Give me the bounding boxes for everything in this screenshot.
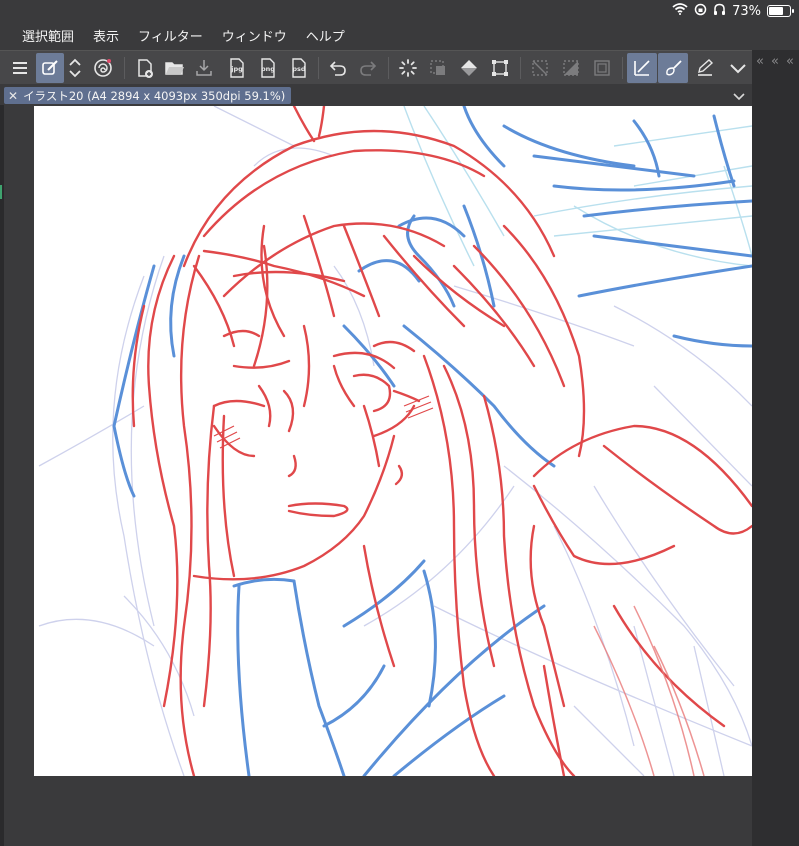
document-tab[interactable]: ✕ イラスト20 (A4 2894 x 4093px 350dpi 59.1%) bbox=[4, 87, 292, 104]
drawing-canvas[interactable] bbox=[34, 106, 752, 776]
wifi-icon bbox=[672, 3, 688, 19]
close-icon[interactable]: ✕ bbox=[8, 89, 18, 103]
document-tab-bar: ✕ イラスト20 (A4 2894 x 4093px 350dpi 59.1%) bbox=[0, 85, 752, 105]
toolbar-divider bbox=[124, 57, 125, 79]
menu-bar: 選択範囲 表示 フィルター ウィンドウ ヘルプ bbox=[0, 22, 799, 48]
psd-label: psd bbox=[292, 65, 306, 73]
collapse-left-icon[interactable]: « bbox=[771, 54, 779, 69]
save-icon[interactable] bbox=[190, 53, 218, 83]
rotation-lock-icon bbox=[694, 3, 707, 20]
toolbar-divider bbox=[318, 57, 319, 79]
open-folder-icon[interactable] bbox=[160, 53, 188, 83]
redo-icon[interactable] bbox=[354, 53, 382, 83]
jpg-label: jpg bbox=[230, 65, 243, 73]
new-file-icon[interactable] bbox=[131, 53, 159, 83]
clear-selection-icon[interactable] bbox=[526, 53, 554, 83]
menu-view[interactable]: 表示 bbox=[93, 26, 119, 45]
command-bar: jpg png psd bbox=[0, 50, 752, 84]
menu-window[interactable]: ウィンドウ bbox=[222, 26, 287, 45]
export-png-icon[interactable]: png bbox=[253, 53, 281, 83]
quick-access-icon[interactable] bbox=[36, 53, 64, 83]
scroll-updown-icon[interactable] bbox=[64, 53, 86, 83]
menu-filter[interactable]: フィルター bbox=[138, 26, 203, 45]
deselect-icon[interactable] bbox=[424, 53, 452, 83]
menu-icon[interactable] bbox=[6, 53, 34, 83]
document-tab-title: イラスト20 (A4 2894 x 4093px 350dpi 59.1%) bbox=[23, 88, 286, 103]
app-window: 73% 選択範囲 表示 フィルター ウィンドウ ヘルプ jpg png psd … bbox=[0, 0, 799, 846]
png-label: png bbox=[261, 65, 275, 73]
collapse-left-icon[interactable]: « bbox=[786, 54, 794, 69]
chevron-down-icon[interactable] bbox=[732, 87, 746, 106]
collapse-left-icon[interactable]: « bbox=[756, 54, 764, 69]
menu-selection[interactable]: 選択範囲 bbox=[22, 26, 74, 45]
battery-level bbox=[769, 7, 783, 15]
left-gutter bbox=[0, 105, 4, 846]
panel-indicator bbox=[0, 185, 2, 199]
invert-selection-icon[interactable] bbox=[557, 53, 585, 83]
toolbar-divider bbox=[388, 57, 389, 79]
loading-icon[interactable] bbox=[394, 53, 422, 83]
toolbar-divider bbox=[622, 57, 623, 79]
undo-icon[interactable] bbox=[324, 53, 352, 83]
battery-percent: 73% bbox=[732, 3, 761, 19]
brush-icon[interactable] bbox=[658, 53, 688, 83]
status-icons: 73% bbox=[672, 3, 794, 20]
export-psd-icon[interactable]: psd bbox=[284, 53, 312, 83]
more-icon[interactable] bbox=[724, 53, 752, 83]
menu-help[interactable]: ヘルプ bbox=[306, 26, 345, 45]
right-panel-strip bbox=[752, 50, 799, 846]
status-bar: 73% bbox=[0, 0, 799, 22]
battery-icon bbox=[767, 5, 794, 17]
swirl-icon[interactable] bbox=[89, 53, 117, 83]
headphones-icon bbox=[713, 3, 726, 20]
pen-icon[interactable] bbox=[691, 53, 719, 83]
export-jpg-icon[interactable]: jpg bbox=[222, 53, 250, 83]
toolbar-divider bbox=[520, 57, 521, 79]
fill-icon[interactable] bbox=[455, 53, 483, 83]
transform-icon[interactable] bbox=[486, 53, 514, 83]
sketch-artwork bbox=[38, 106, 752, 776]
ruler-icon[interactable] bbox=[627, 53, 657, 83]
frame-icon[interactable] bbox=[588, 53, 616, 83]
